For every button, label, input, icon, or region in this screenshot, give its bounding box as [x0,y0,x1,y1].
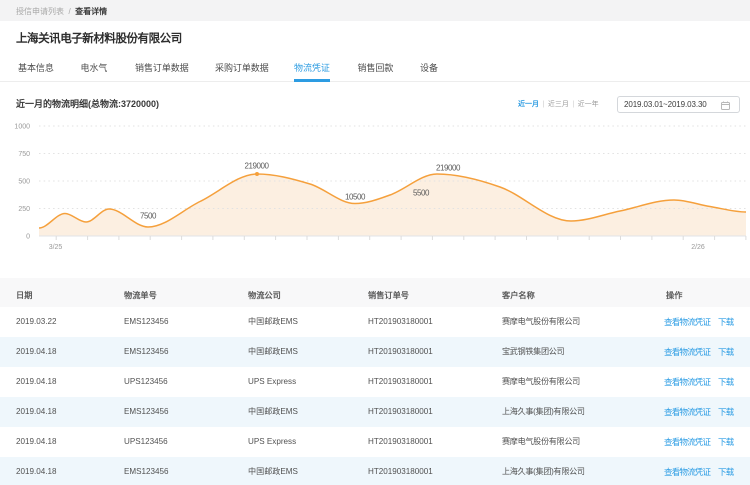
svg-text:1000: 1000 [14,124,30,131]
svg-text:250: 250 [18,206,30,213]
svg-text:2/26: 2/26 [691,244,705,251]
svg-text:219000: 219000 [245,162,270,171]
svg-text:500: 500 [18,179,30,186]
svg-text:3/25: 3/25 [49,244,63,251]
svg-text:219000: 219000 [436,164,461,173]
svg-text:7500: 7500 [140,212,157,221]
svg-text:10500: 10500 [345,193,366,202]
svg-text:5500: 5500 [413,189,430,198]
svg-text:750: 750 [18,151,30,158]
svg-text:0: 0 [26,234,30,241]
